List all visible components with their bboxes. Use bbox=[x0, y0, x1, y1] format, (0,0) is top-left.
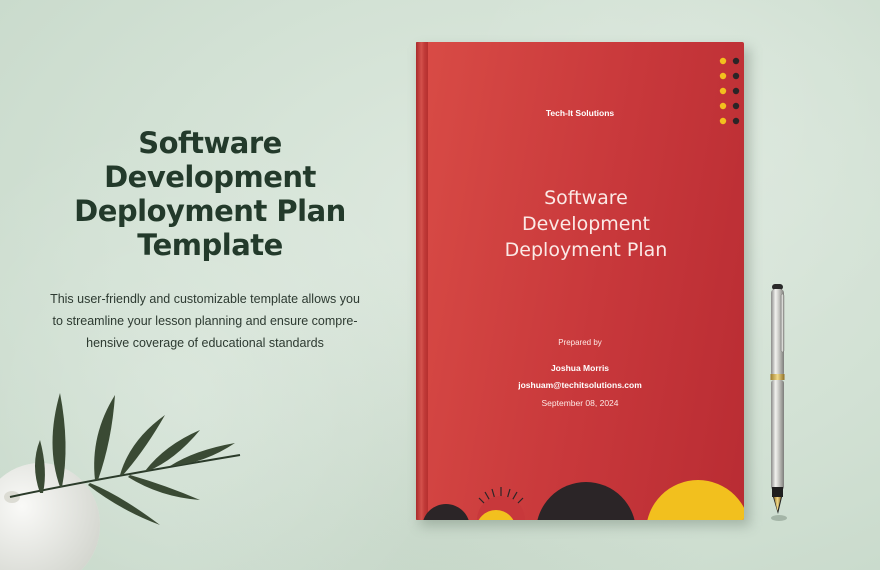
description-line: This user-friendly and customizable temp… bbox=[50, 292, 360, 306]
plant-vase-icon bbox=[0, 393, 241, 570]
cover-semicircles-decoration bbox=[423, 480, 744, 520]
description-line: to streamline your lesson planning and e… bbox=[52, 314, 358, 328]
cover-title-line: Development bbox=[522, 213, 650, 235]
headline-line: Software bbox=[138, 126, 282, 160]
cover-title: Software Development Deployment Plan bbox=[456, 185, 716, 263]
headline-line: Template bbox=[137, 228, 283, 262]
book-cover: Tech-It Solutions Software Development D… bbox=[416, 42, 744, 520]
headline-line: Deployment Plan bbox=[74, 194, 346, 228]
headline-line: Development bbox=[104, 160, 316, 194]
cover-date: September 08, 2024 bbox=[541, 398, 619, 408]
promo-headline: Software Development Deployment Plan Tem… bbox=[40, 126, 380, 262]
cover-title-line: Deployment Plan bbox=[504, 239, 668, 261]
company-name: Tech-It Solutions bbox=[545, 108, 615, 118]
description-line: hensive coverage of educational standard… bbox=[86, 336, 324, 350]
prepared-by-label: Prepared by bbox=[558, 338, 602, 347]
author-email: joshuam@techitsolutions.com bbox=[518, 380, 642, 390]
promo-description: This user-friendly and customizable temp… bbox=[30, 288, 380, 354]
author-name: Joshua Morris bbox=[550, 363, 610, 373]
cover-title-line: Software bbox=[544, 187, 628, 209]
pen-icon bbox=[770, 284, 787, 521]
dot-grid-icon bbox=[719, 57, 740, 125]
